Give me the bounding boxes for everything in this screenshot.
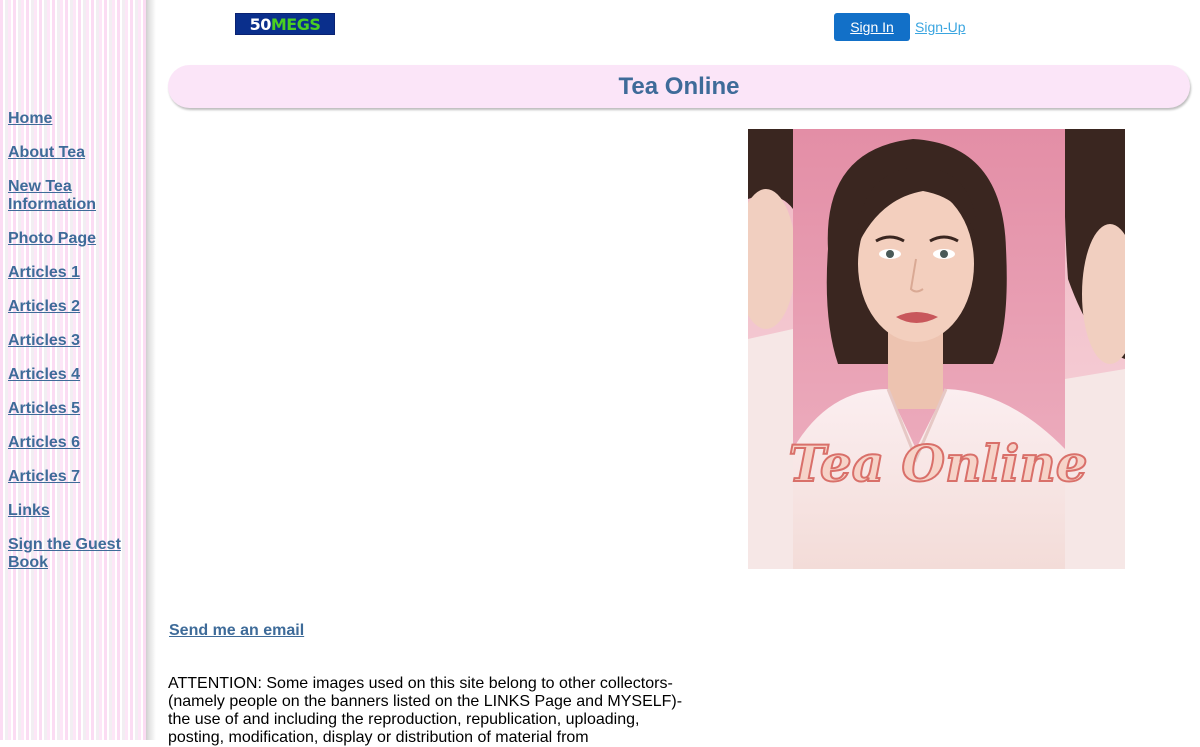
header-photo: Tea Online (748, 129, 1125, 569)
nav-link-articles-3[interactable]: Articles 3 (8, 332, 80, 350)
nav-link-home[interactable]: Home (8, 110, 52, 128)
nav-item-articles-2: Articles 2 (8, 298, 143, 316)
attention-notice: ATTENTION: Some images used on this site… (168, 675, 683, 746)
nav-link-photo-page[interactable]: Photo Page (8, 230, 96, 248)
nav-link-articles-5[interactable]: Articles 5 (8, 400, 80, 418)
logo-number: 50 (249, 14, 272, 34)
nav-item-articles-5: Articles 5 (8, 400, 143, 418)
nav-item-new-tea-information: New Tea Information (8, 178, 143, 214)
nav-item-about-tea: About Tea (8, 144, 143, 162)
nav-link-articles-2[interactable]: Articles 2 (8, 298, 80, 316)
nav-link-guest-book[interactable]: Sign the Guest Book (8, 536, 128, 572)
nav-item-articles-3: Articles 3 (8, 332, 143, 350)
sign-in-button[interactable]: Sign In (834, 13, 910, 41)
nav-item-photo-page: Photo Page (8, 230, 143, 248)
sidebar-nav: Home About Tea New Tea Information Photo… (8, 110, 143, 588)
page-title-bar: Tea Online (168, 65, 1190, 108)
portrait-illustration: Tea Online (748, 129, 1125, 569)
nav-item-articles-7: Articles 7 (8, 468, 143, 486)
sidebar-divider (146, 0, 156, 740)
nav-item-guest-book: Sign the Guest Book (8, 536, 143, 572)
nav-item-articles-1: Articles 1 (8, 264, 143, 282)
sign-up-link[interactable]: Sign-Up (915, 19, 966, 35)
nav-link-articles-6[interactable]: Articles 6 (8, 434, 80, 452)
nav-item-articles-4: Articles 4 (8, 366, 143, 384)
host-logo[interactable]: 50 MEGS (235, 13, 335, 35)
send-email-link[interactable]: Send me an email (169, 622, 304, 640)
nav-link-new-tea-information[interactable]: New Tea Information (8, 178, 108, 214)
page-title: Tea Online (618, 72, 740, 100)
nav-item-articles-6: Articles 6 (8, 434, 143, 452)
nav-link-about-tea[interactable]: About Tea (8, 144, 85, 162)
nav-link-links[interactable]: Links (8, 502, 50, 520)
nav-item-home: Home (8, 110, 143, 128)
nav-link-articles-1[interactable]: Articles 1 (8, 264, 80, 282)
nav-link-articles-4[interactable]: Articles 4 (8, 366, 80, 384)
nav-link-articles-7[interactable]: Articles 7 (8, 468, 80, 486)
nav-item-links: Links (8, 502, 143, 520)
photo-overlay-text: Tea Online (788, 434, 1087, 493)
logo-text: MEGS (270, 14, 321, 34)
